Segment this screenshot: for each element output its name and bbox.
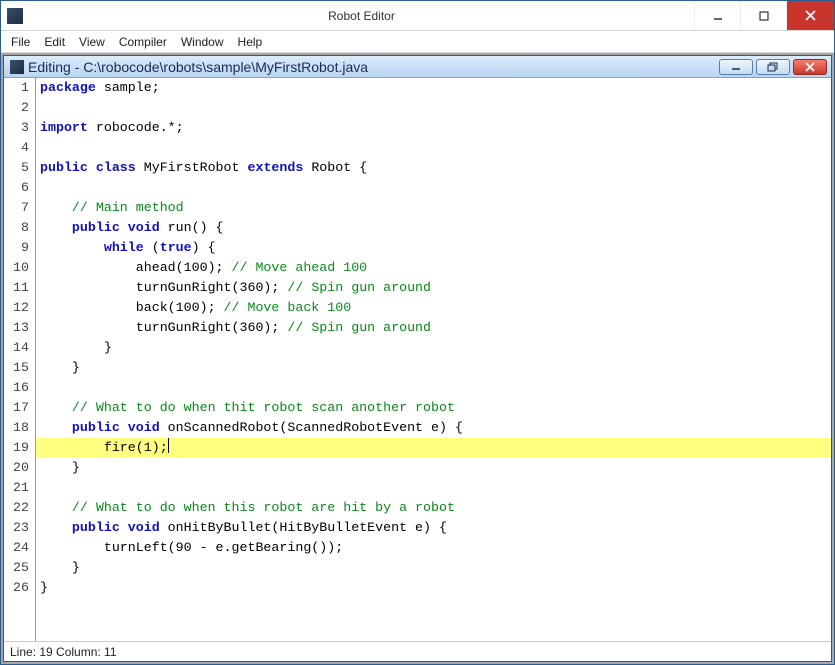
- editor-titlebar[interactable]: Editing - C:\robocode\robots\sample\MyFi…: [4, 56, 831, 78]
- line-number: 18: [4, 418, 29, 438]
- line-number: 15: [4, 358, 29, 378]
- code-line[interactable]: turnGunRight(360); // Spin gun around: [40, 318, 831, 338]
- line-number: 14: [4, 338, 29, 358]
- minimize-icon: [728, 63, 744, 71]
- code-line[interactable]: public void run() {: [40, 218, 831, 238]
- line-number: 1: [4, 78, 29, 98]
- app-window: Robot Editor File Edit View Compiler Win…: [0, 0, 835, 665]
- menu-compiler[interactable]: Compiler: [113, 33, 173, 51]
- line-number: 11: [4, 278, 29, 298]
- line-number: 9: [4, 238, 29, 258]
- editor-window-controls: [719, 59, 827, 75]
- editor-restore-button[interactable]: [756, 59, 790, 75]
- code-line[interactable]: }: [40, 458, 831, 478]
- line-number: 8: [4, 218, 29, 238]
- code-line[interactable]: turnLeft(90 - e.getBearing());: [40, 538, 831, 558]
- minimize-button[interactable]: [694, 1, 740, 30]
- cursor-position: Line: 19 Column: 11: [10, 645, 117, 659]
- code-line[interactable]: [40, 478, 831, 498]
- code-line[interactable]: // What to do when thit robot scan anoth…: [40, 398, 831, 418]
- code-line[interactable]: fire(1);: [36, 438, 831, 458]
- minimize-icon: [713, 11, 723, 21]
- code-area[interactable]: package sample; import robocode.*; public …: [36, 78, 831, 641]
- menu-view[interactable]: View: [73, 33, 111, 51]
- close-button[interactable]: [786, 1, 834, 30]
- line-number-gutter: 1234567891011121314151617181920212223242…: [4, 78, 36, 641]
- text-caret: [168, 438, 169, 453]
- maximize-button[interactable]: [740, 1, 786, 30]
- mdi-client-area: Editing - C:\robocode\robots\sample\MyFi…: [1, 53, 834, 664]
- line-number: 25: [4, 558, 29, 578]
- close-icon: [802, 62, 818, 72]
- maximize-icon: [759, 11, 769, 21]
- code-line[interactable]: [40, 138, 831, 158]
- line-number: 26: [4, 578, 29, 598]
- code-line[interactable]: }: [40, 558, 831, 578]
- close-icon: [805, 10, 816, 21]
- line-number: 20: [4, 458, 29, 478]
- code-line[interactable]: while (true) {: [40, 238, 831, 258]
- line-number: 12: [4, 298, 29, 318]
- code-line[interactable]: public void onScannedRobot(ScannedRobotE…: [40, 418, 831, 438]
- menu-help[interactable]: Help: [232, 33, 269, 51]
- menu-window[interactable]: Window: [175, 33, 230, 51]
- line-number: 17: [4, 398, 29, 418]
- code-line[interactable]: public class MyFirstRobot extends Robot …: [40, 158, 831, 178]
- window-title: Robot Editor: [29, 9, 694, 23]
- code-line[interactable]: [40, 378, 831, 398]
- code-line[interactable]: turnGunRight(360); // Spin gun around: [40, 278, 831, 298]
- code-line[interactable]: }: [40, 338, 831, 358]
- line-number: 3: [4, 118, 29, 138]
- menu-edit[interactable]: Edit: [38, 33, 71, 51]
- window-controls: [694, 1, 834, 30]
- code-line[interactable]: [40, 98, 831, 118]
- code-line[interactable]: }: [40, 578, 831, 598]
- code-line[interactable]: ahead(100); // Move ahead 100: [40, 258, 831, 278]
- line-number: 4: [4, 138, 29, 158]
- app-icon: [7, 8, 23, 24]
- line-number: 19: [4, 438, 29, 458]
- document-icon: [10, 60, 24, 74]
- editor-window: Editing - C:\robocode\robots\sample\MyFi…: [3, 55, 832, 662]
- line-number: 5: [4, 158, 29, 178]
- code-line[interactable]: back(100); // Move back 100: [40, 298, 831, 318]
- titlebar[interactable]: Robot Editor: [1, 1, 834, 31]
- menubar: File Edit View Compiler Window Help: [1, 31, 834, 53]
- editor-title: Editing - C:\robocode\robots\sample\MyFi…: [28, 59, 719, 75]
- line-number: 23: [4, 518, 29, 538]
- line-number: 24: [4, 538, 29, 558]
- line-number: 13: [4, 318, 29, 338]
- line-number: 10: [4, 258, 29, 278]
- line-number: 7: [4, 198, 29, 218]
- code-line[interactable]: import robocode.*;: [40, 118, 831, 138]
- code-line[interactable]: package sample;: [40, 78, 831, 98]
- editor-close-button[interactable]: [793, 59, 827, 75]
- code-line[interactable]: }: [40, 358, 831, 378]
- restore-icon: [765, 62, 781, 72]
- line-number: 21: [4, 478, 29, 498]
- code-line[interactable]: // Main method: [40, 198, 831, 218]
- code-line[interactable]: // What to do when this robot are hit by…: [40, 498, 831, 518]
- code-editor[interactable]: 1234567891011121314151617181920212223242…: [4, 78, 831, 641]
- line-number: 6: [4, 178, 29, 198]
- editor-minimize-button[interactable]: [719, 59, 753, 75]
- status-bar: Line: 19 Column: 11: [4, 641, 831, 661]
- menu-file[interactable]: File: [5, 33, 36, 51]
- line-number: 16: [4, 378, 29, 398]
- line-number: 22: [4, 498, 29, 518]
- code-line[interactable]: [40, 178, 831, 198]
- line-number: 2: [4, 98, 29, 118]
- code-line[interactable]: public void onHitByBullet(HitByBulletEve…: [40, 518, 831, 538]
